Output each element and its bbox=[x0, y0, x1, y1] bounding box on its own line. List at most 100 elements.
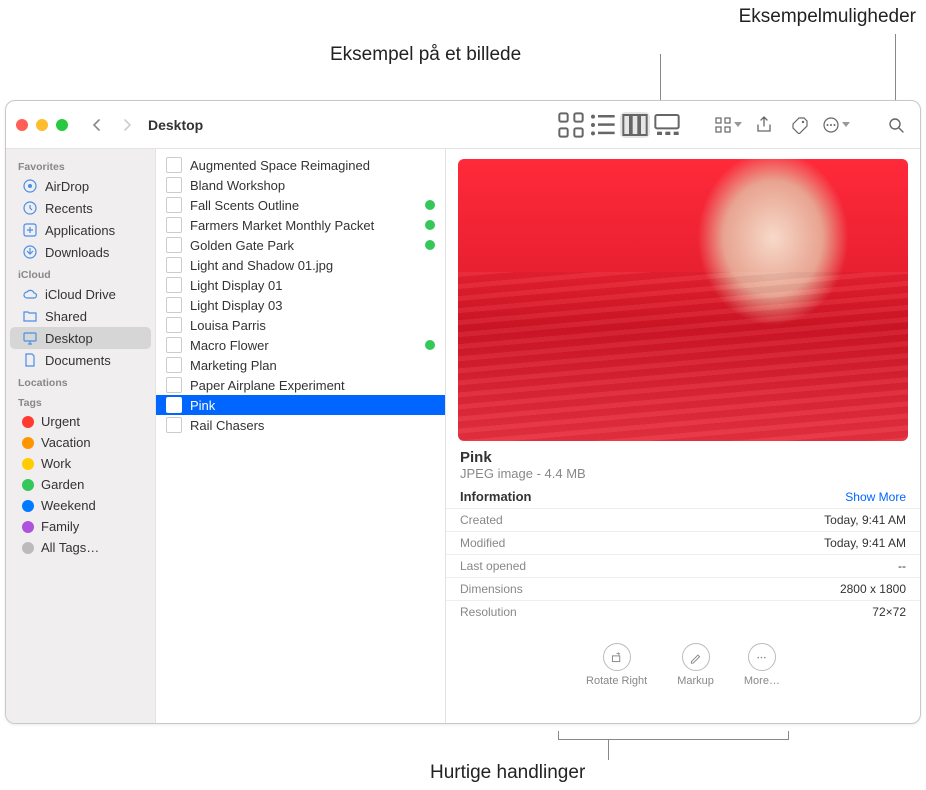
file-icon bbox=[166, 257, 182, 273]
sidebar-tag-item[interactable]: Vacation bbox=[10, 432, 151, 453]
file-item[interactable]: Pink bbox=[156, 395, 445, 415]
file-item[interactable]: Light Display 01 bbox=[156, 275, 445, 295]
sidebar-item-icloud-drive[interactable]: iCloud Drive bbox=[10, 283, 151, 305]
annotation-line bbox=[558, 731, 559, 740]
file-item[interactable]: Louisa Parris bbox=[156, 315, 445, 335]
alltags-icon bbox=[22, 542, 34, 554]
toolbar: Desktop bbox=[6, 101, 920, 149]
view-icons-button[interactable] bbox=[556, 112, 586, 138]
preview-pane: Pink JPEG image - 4.4 MB Information Sho… bbox=[446, 149, 920, 723]
view-list-button[interactable] bbox=[588, 112, 618, 138]
window-controls bbox=[16, 119, 68, 131]
back-button[interactable] bbox=[86, 114, 108, 136]
file-item[interactable]: Fall Scents Outline bbox=[156, 195, 445, 215]
file-item[interactable]: Light Display 03 bbox=[156, 295, 445, 315]
annotation-line bbox=[558, 739, 788, 740]
forward-button[interactable] bbox=[116, 114, 138, 136]
file-label: Bland Workshop bbox=[190, 178, 435, 193]
info-value: Today, 9:41 AM bbox=[824, 513, 906, 527]
file-label: Light and Shadow 01.jpg bbox=[190, 258, 435, 273]
sidebar-item-downloads[interactable]: Downloads bbox=[10, 241, 151, 263]
sidebar-item-label: Downloads bbox=[45, 245, 109, 260]
info-header-label: Information bbox=[460, 489, 532, 504]
action-label: More… bbox=[744, 675, 780, 687]
sidebar-item-airdrop[interactable]: AirDrop bbox=[10, 175, 151, 197]
file-item[interactable]: Golden Gate Park bbox=[156, 235, 445, 255]
file-item[interactable]: Augmented Space Reimagined bbox=[156, 155, 445, 175]
file-label: Louisa Parris bbox=[190, 318, 435, 333]
close-icon[interactable] bbox=[16, 119, 28, 131]
file-icon bbox=[166, 237, 182, 253]
sidebar-item-label: Weekend bbox=[41, 498, 96, 513]
file-item[interactable]: Marketing Plan bbox=[156, 355, 445, 375]
file-icon bbox=[166, 297, 182, 313]
action-markup[interactable]: Markup bbox=[677, 643, 714, 687]
quick-actions: Rotate Right Markup More… bbox=[446, 633, 920, 697]
file-label: Marketing Plan bbox=[190, 358, 435, 373]
action-label: Rotate Right bbox=[586, 675, 647, 687]
sidebar-item-shared[interactable]: Shared bbox=[10, 305, 151, 327]
applications-icon bbox=[22, 222, 38, 238]
sidebar-item-label: iCloud Drive bbox=[45, 287, 116, 302]
file-item[interactable]: Bland Workshop bbox=[156, 175, 445, 195]
sidebar-tag-item[interactable]: Work bbox=[10, 453, 151, 474]
cloud-icon bbox=[22, 286, 38, 302]
minimize-icon[interactable] bbox=[36, 119, 48, 131]
more-menu[interactable] bbox=[822, 112, 850, 138]
file-icon bbox=[166, 397, 182, 413]
search-button[interactable] bbox=[882, 112, 910, 138]
info-row: ModifiedToday, 9:41 AM bbox=[446, 531, 920, 554]
share-button[interactable] bbox=[750, 112, 778, 138]
tag-dot-icon bbox=[425, 240, 435, 250]
sidebar-tag-item[interactable]: Weekend bbox=[10, 495, 151, 516]
action-more[interactable]: More… bbox=[744, 643, 780, 687]
file-item[interactable]: Macro Flower bbox=[156, 335, 445, 355]
location-title: Desktop bbox=[148, 117, 203, 133]
sidebar-section-favorites: Favorites bbox=[6, 155, 155, 175]
file-item[interactable]: Rail Chasers bbox=[156, 415, 445, 435]
file-icon bbox=[166, 417, 182, 433]
sidebar-item-documents[interactable]: Documents bbox=[10, 349, 151, 371]
more-icon bbox=[748, 643, 776, 671]
preview-image[interactable] bbox=[458, 159, 908, 441]
group-by-menu[interactable] bbox=[714, 112, 742, 138]
sidebar-item-applications[interactable]: Applications bbox=[10, 219, 151, 241]
info-value: -- bbox=[898, 559, 906, 573]
file-label: Rail Chasers bbox=[190, 418, 435, 433]
file-label: Farmers Market Monthly Packet bbox=[190, 218, 417, 233]
sidebar-item-label: Urgent bbox=[41, 414, 80, 429]
airdrop-icon bbox=[22, 178, 38, 194]
file-icon bbox=[166, 337, 182, 353]
sidebar-item-label: Garden bbox=[41, 477, 84, 492]
sidebar-item-label: Recents bbox=[45, 201, 93, 216]
sidebar-item-all-tags[interactable]: All Tags… bbox=[10, 537, 151, 558]
sidebar-tag-item[interactable]: Garden bbox=[10, 474, 151, 495]
tags-button[interactable] bbox=[786, 112, 814, 138]
view-gallery-button[interactable] bbox=[652, 112, 682, 138]
action-rotate-right[interactable]: Rotate Right bbox=[586, 643, 647, 687]
maximize-icon[interactable] bbox=[56, 119, 68, 131]
action-label: Markup bbox=[677, 675, 714, 687]
file-item[interactable]: Light and Shadow 01.jpg bbox=[156, 255, 445, 275]
sidebar-tag-item[interactable]: Urgent bbox=[10, 411, 151, 432]
file-list[interactable]: Augmented Space Reimagined Bland Workshop… bbox=[156, 149, 446, 723]
sidebar-item-desktop[interactable]: Desktop bbox=[10, 327, 151, 349]
annotation-line bbox=[788, 731, 789, 740]
file-item[interactable]: Paper Airplane Experiment bbox=[156, 375, 445, 395]
file-label: Light Display 01 bbox=[190, 278, 435, 293]
file-label: Paper Airplane Experiment bbox=[190, 378, 435, 393]
show-more-button[interactable]: Show More bbox=[845, 490, 906, 504]
file-label: Macro Flower bbox=[190, 338, 417, 353]
rotate-right-icon bbox=[603, 643, 631, 671]
tag-dot-icon bbox=[425, 200, 435, 210]
file-icon bbox=[166, 157, 182, 173]
sidebar-item-recents[interactable]: Recents bbox=[10, 197, 151, 219]
tag-dot-icon bbox=[22, 416, 34, 428]
view-columns-button[interactable] bbox=[620, 112, 650, 138]
preview-subtitle: JPEG image - 4.4 MB bbox=[446, 466, 920, 487]
file-item[interactable]: Farmers Market Monthly Packet bbox=[156, 215, 445, 235]
info-label: Resolution bbox=[460, 605, 517, 619]
sidebar-tag-item[interactable]: Family bbox=[10, 516, 151, 537]
sidebar-item-label: Desktop bbox=[45, 331, 93, 346]
file-label: Light Display 03 bbox=[190, 298, 435, 313]
